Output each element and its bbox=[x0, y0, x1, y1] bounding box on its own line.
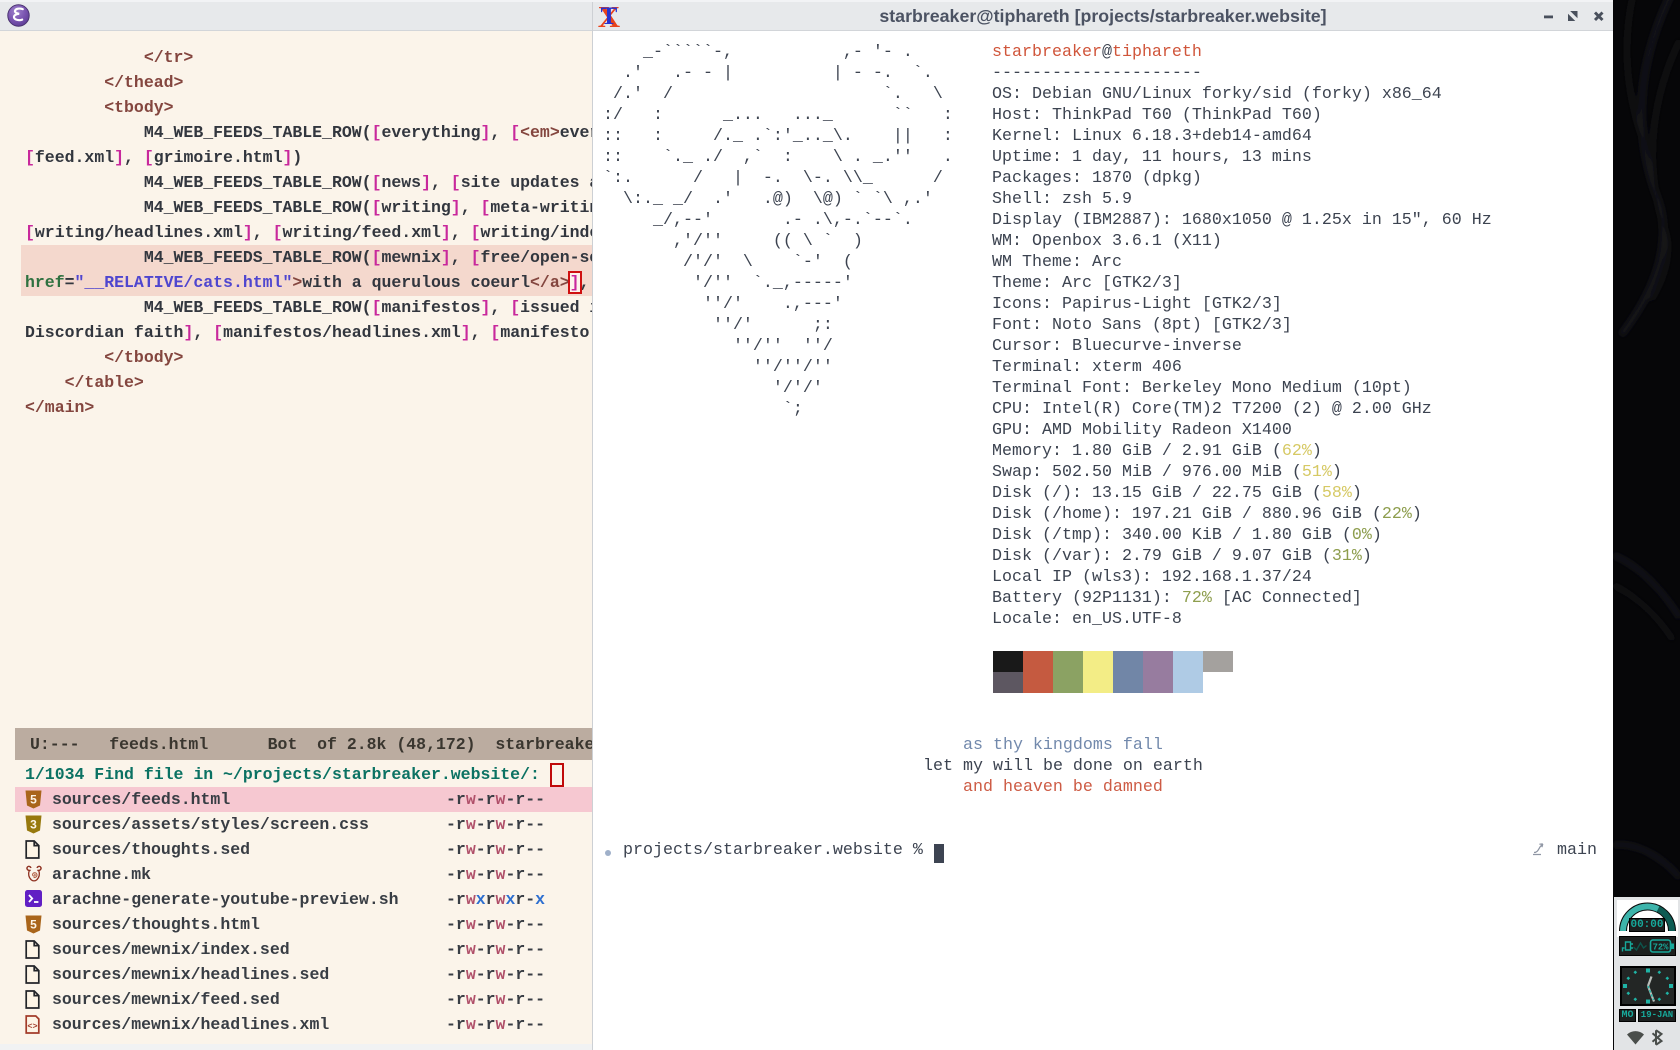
svg-text:72%: 72% bbox=[1653, 942, 1670, 952]
svg-text:5: 5 bbox=[30, 918, 37, 932]
svg-text:<>: <> bbox=[27, 1022, 37, 1032]
svg-text:T: T bbox=[601, 3, 618, 30]
svg-text:3: 3 bbox=[30, 818, 37, 832]
svg-text:5: 5 bbox=[30, 793, 37, 807]
